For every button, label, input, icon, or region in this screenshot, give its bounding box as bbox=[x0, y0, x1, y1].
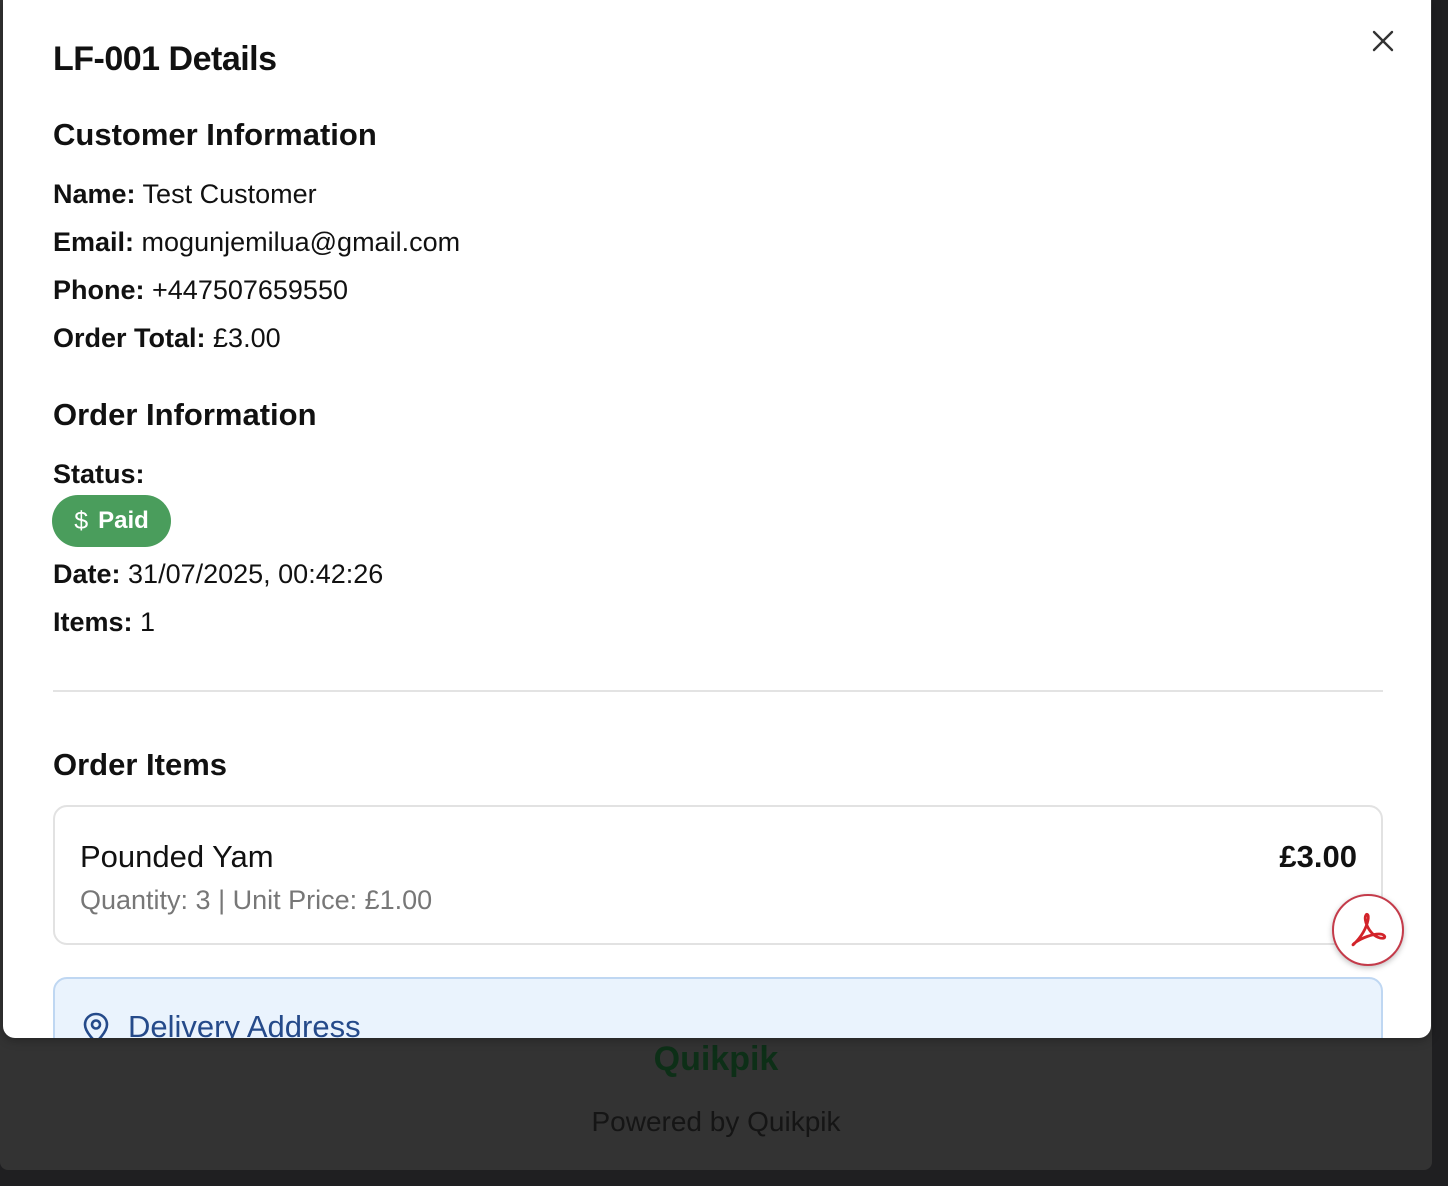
customer-email-value: mogunjemilua@gmail.com bbox=[141, 227, 461, 257]
order-items-heading: Order Items bbox=[53, 747, 228, 782]
status-badge-label: Paid bbox=[98, 507, 149, 534]
delivery-address-card: Delivery Address bbox=[53, 977, 1383, 1038]
footer-brand: Quikpik bbox=[653, 1040, 779, 1078]
status-field: Status: bbox=[53, 459, 145, 490]
items-count-label: Items: bbox=[53, 607, 133, 637]
order-total-label: Order Total: bbox=[53, 323, 206, 353]
status-label: Status: bbox=[53, 459, 145, 489]
customer-phone-label: Phone: bbox=[53, 275, 145, 305]
section-divider bbox=[53, 690, 1383, 692]
order-item-quantity-price: Quantity: 3 | Unit Price: £1.00 bbox=[80, 885, 433, 915]
order-info-heading: Order Information bbox=[53, 397, 317, 432]
customer-name-value: Test Customer bbox=[142, 179, 317, 209]
items-count-field: Items: 1 bbox=[53, 607, 155, 638]
order-item-card: Pounded Yam Quantity: 3 | Unit Price: £1… bbox=[53, 805, 1383, 945]
pdf-export-button[interactable] bbox=[1332, 894, 1404, 966]
customer-name-field: Name: Test Customer bbox=[53, 179, 317, 210]
customer-name-label: Name: bbox=[53, 179, 136, 209]
items-count-value: 1 bbox=[140, 607, 156, 637]
close-button[interactable] bbox=[1368, 26, 1398, 56]
order-item-total: £3.00 bbox=[1279, 839, 1357, 874]
footer-powered-by: Powered by Quikpik bbox=[591, 1106, 841, 1137]
customer-email-label: Email: bbox=[53, 227, 135, 257]
order-details-modal: LF-001 Details Customer Information Name… bbox=[3, 0, 1431, 1038]
order-date-field: Date: 31/07/2025, 00:42:26 bbox=[53, 559, 383, 590]
customer-phone-field: Phone: +447507659550 bbox=[53, 275, 348, 306]
customer-phone-value: +447507659550 bbox=[152, 275, 348, 305]
delivery-address-heading: Delivery Address bbox=[128, 1009, 361, 1038]
order-date-label: Date: bbox=[53, 559, 121, 589]
customer-email-field: Email: mogunjemilua@gmail.com bbox=[53, 227, 460, 258]
order-total-value: £3.00 bbox=[213, 323, 281, 353]
pdf-icon bbox=[1351, 912, 1387, 947]
order-item-name: Pounded Yam bbox=[80, 839, 274, 874]
status-badge: $ Paid bbox=[52, 495, 171, 547]
dollar-icon: $ bbox=[74, 506, 89, 535]
modal-title: LF-001 Details bbox=[53, 40, 277, 78]
customer-info-heading: Customer Information bbox=[53, 117, 377, 152]
close-icon bbox=[1372, 30, 1394, 52]
map-pin-icon bbox=[83, 1012, 109, 1038]
order-date-value: 31/07/2025, 00:42:26 bbox=[128, 559, 384, 589]
order-total-field: Order Total: £3.00 bbox=[53, 323, 281, 354]
